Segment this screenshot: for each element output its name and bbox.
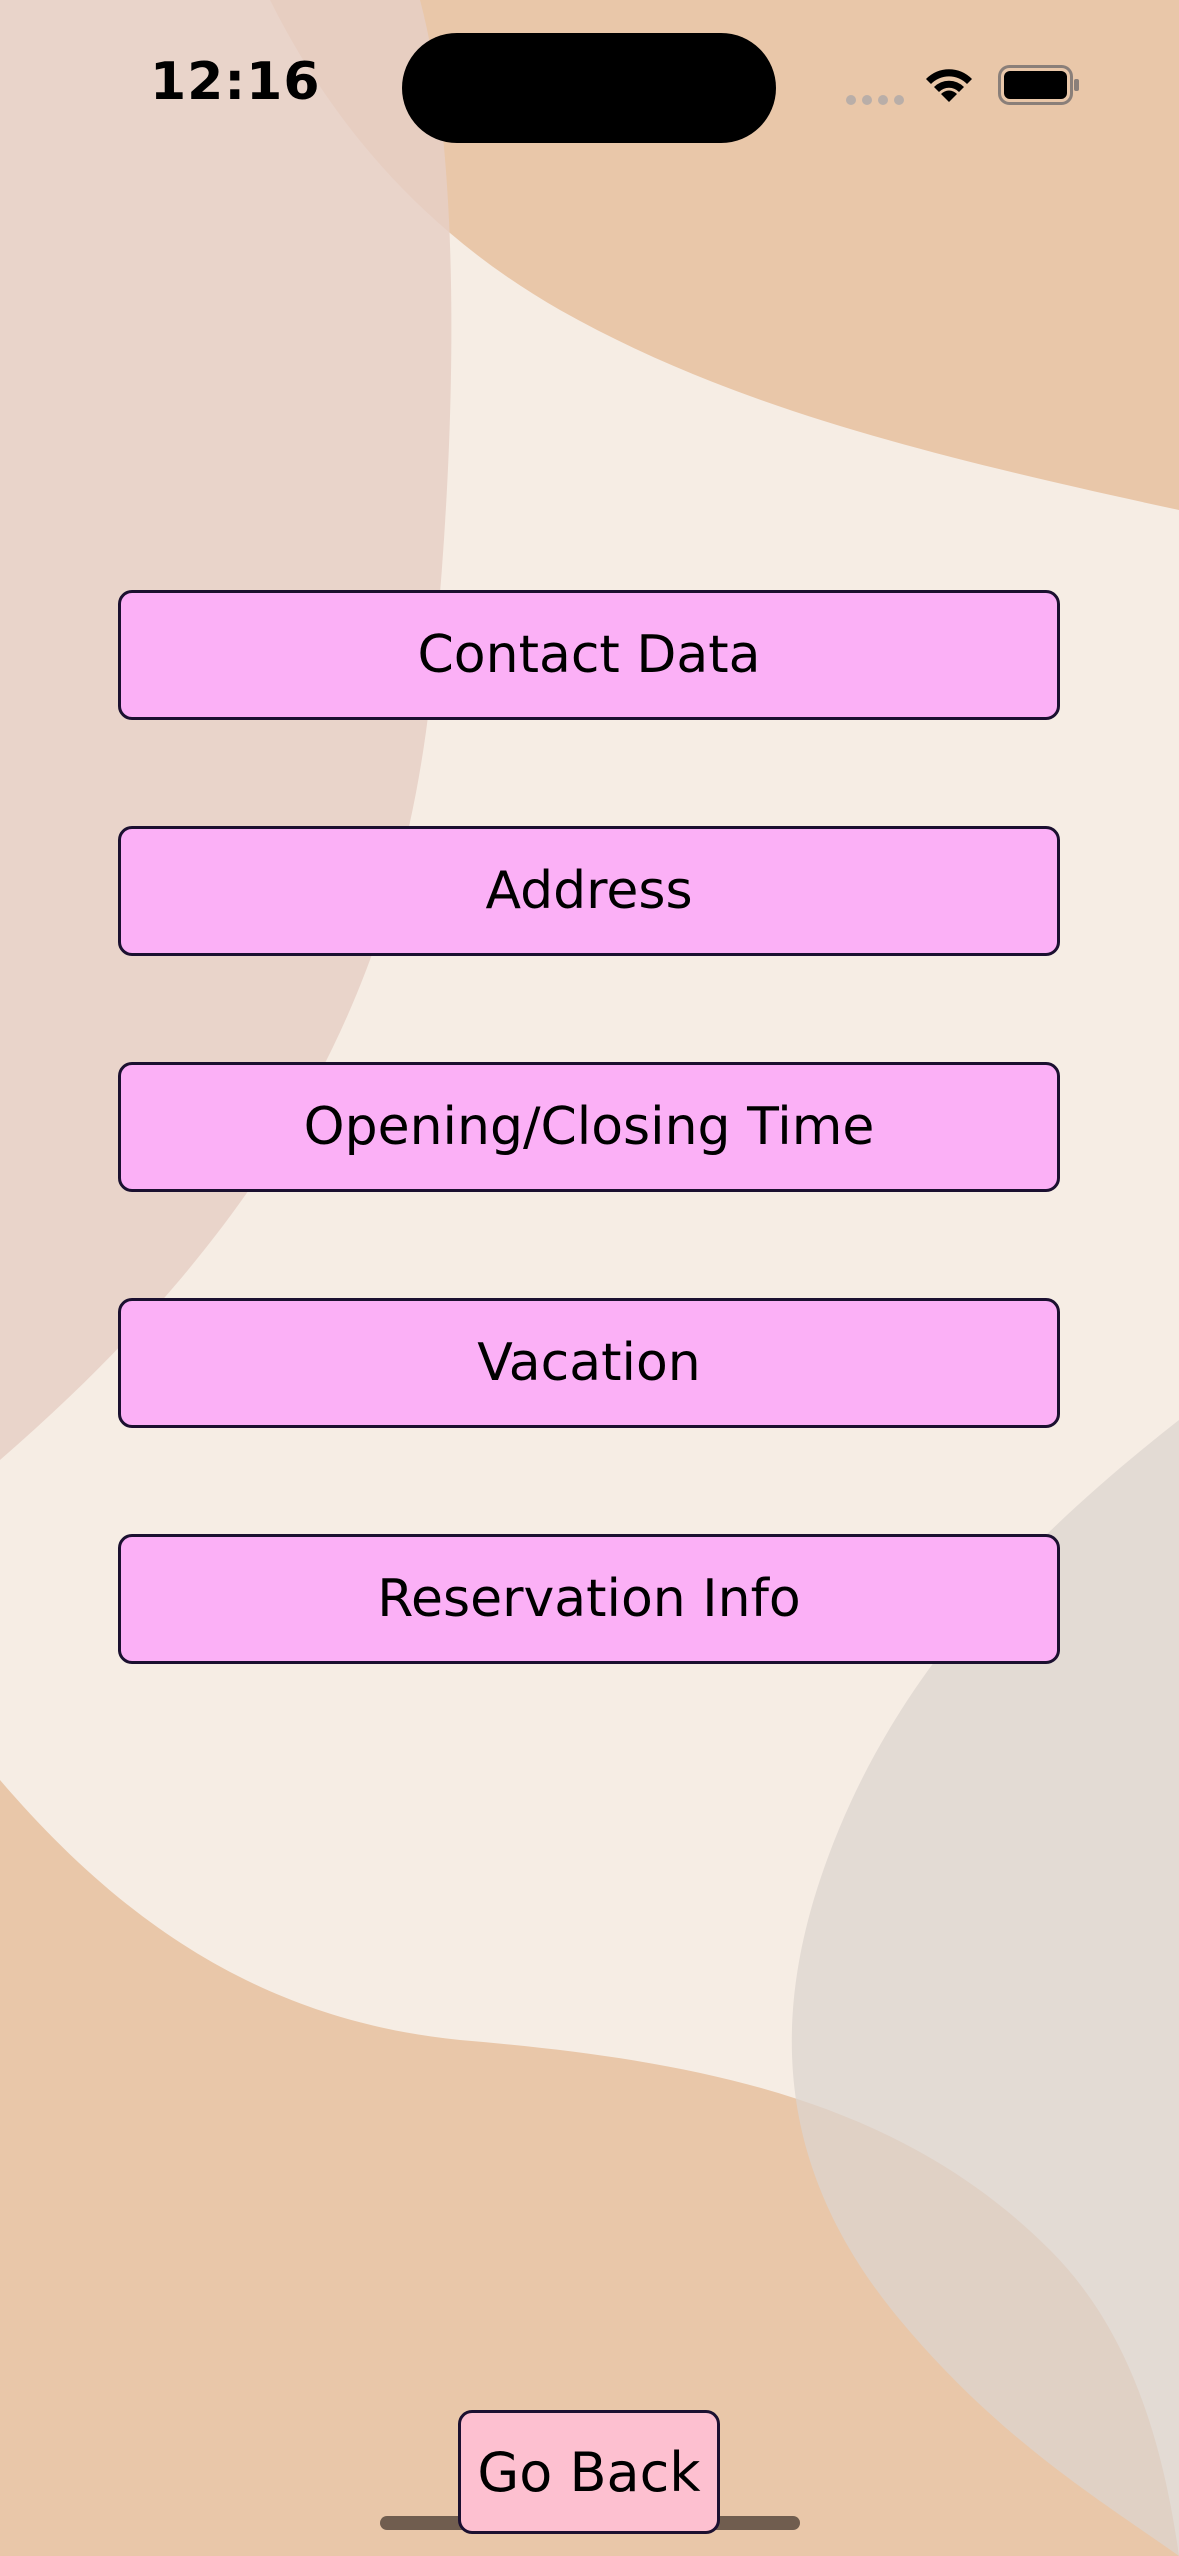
contact-data-button[interactable]: Contact Data [118,590,1060,720]
opening-closing-time-button[interactable]: Opening/Closing Time [118,1062,1060,1192]
settings-menu: Contact Data Address Opening/Closing Tim… [118,590,1060,1770]
go-back-button[interactable]: Go Back [458,2410,720,2534]
status-bar: 12:16 [0,0,1179,180]
reservation-info-button[interactable]: Reservation Info [118,1534,1060,1664]
battery-icon [998,65,1079,105]
cellular-signal-icon [846,95,904,105]
status-time: 12:16 [150,52,321,112]
address-button[interactable]: Address [118,826,1060,956]
vacation-button[interactable]: Vacation [118,1298,1060,1428]
dynamic-island [402,33,776,143]
wifi-icon [926,69,972,102]
